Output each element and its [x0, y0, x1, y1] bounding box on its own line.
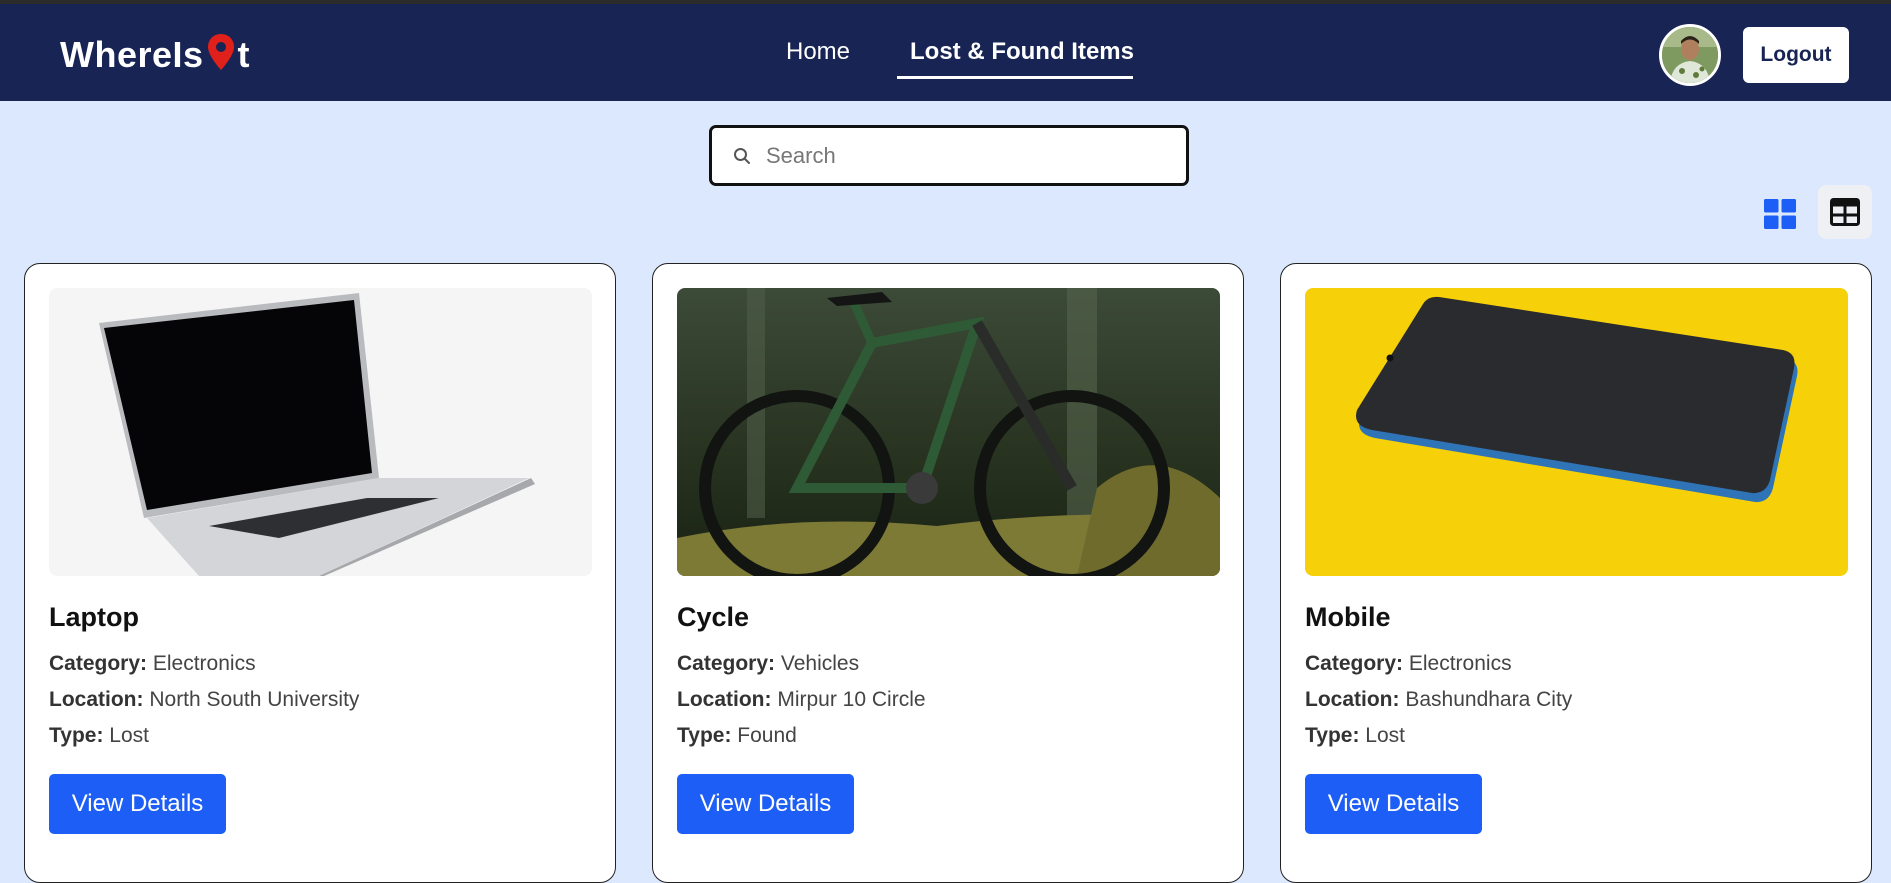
item-category: Category: Electronics	[1305, 652, 1512, 676]
grid-view-icon	[1764, 199, 1796, 229]
item-category: Category: Electronics	[49, 652, 256, 676]
table-view-icon	[1830, 198, 1860, 226]
category-label: Category:	[49, 652, 148, 675]
logout-button[interactable]: Logout	[1743, 27, 1849, 83]
nav-home-link[interactable]: Home	[786, 38, 850, 66]
grid-view-button[interactable]	[1760, 194, 1800, 234]
type-label: Type:	[677, 724, 732, 747]
item-card: Laptop Category: Electronics Location: N…	[24, 263, 616, 883]
item-type: Type: Lost	[49, 724, 149, 748]
search-icon	[734, 147, 750, 164]
type-value: Lost	[109, 724, 149, 747]
laptop-photo	[49, 288, 592, 576]
location-value: Bashundhara City	[1405, 688, 1573, 711]
item-title: Laptop	[49, 602, 139, 632]
item-category: Category: Vehicles	[677, 652, 859, 676]
location-pin-icon	[206, 33, 236, 71]
item-title: Cycle	[677, 602, 750, 632]
category-value: Electronics	[1408, 652, 1512, 675]
item-card: Cycle Category: Vehicles Location: Mirpu…	[652, 263, 1244, 883]
item-title: Mobile	[1305, 602, 1391, 632]
brand-logo[interactable]: WhereIs t	[60, 34, 250, 76]
bicycle-photo	[677, 288, 1220, 576]
navbar: WhereIs t Home Lost & Found Items Logout	[0, 4, 1891, 101]
table-view-button[interactable]	[1818, 185, 1872, 239]
smartphone-photo	[1305, 288, 1848, 576]
item-type: Type: Lost	[1305, 724, 1405, 748]
search-input[interactable]	[766, 142, 1166, 169]
category-value: Vehicles	[780, 652, 860, 675]
location-value: North South University	[149, 688, 360, 711]
item-card: Mobile Category: Electronics Location: B…	[1280, 263, 1872, 883]
item-location: Location: North South University	[49, 688, 359, 712]
category-label: Category:	[1305, 652, 1404, 675]
brand-text-prefix: WhereIs	[60, 34, 204, 75]
search-box[interactable]	[709, 125, 1189, 186]
view-details-button[interactable]: View Details	[677, 774, 854, 834]
location-label: Location:	[49, 688, 144, 711]
item-location: Location: Bashundhara City	[1305, 688, 1572, 712]
view-details-button[interactable]: View Details	[49, 774, 226, 834]
user-avatar[interactable]	[1659, 24, 1721, 86]
item-type: Type: Found	[677, 724, 797, 748]
location-label: Location:	[677, 688, 772, 711]
category-value: Electronics	[152, 652, 256, 675]
brand-text-suffix: t	[237, 34, 251, 75]
type-value: Lost	[1365, 724, 1405, 747]
type-label: Type:	[1305, 724, 1360, 747]
active-nav-indicator	[897, 76, 1133, 79]
location-value: Mirpur 10 Circle	[777, 688, 926, 711]
item-location: Location: Mirpur 10 Circle	[677, 688, 926, 712]
type-label: Type:	[49, 724, 104, 747]
nav-lost-found-link[interactable]: Lost & Found Items	[910, 38, 1134, 66]
view-details-button[interactable]: View Details	[1305, 774, 1482, 834]
type-value: Found	[737, 724, 797, 747]
location-label: Location:	[1305, 688, 1400, 711]
category-label: Category:	[677, 652, 776, 675]
